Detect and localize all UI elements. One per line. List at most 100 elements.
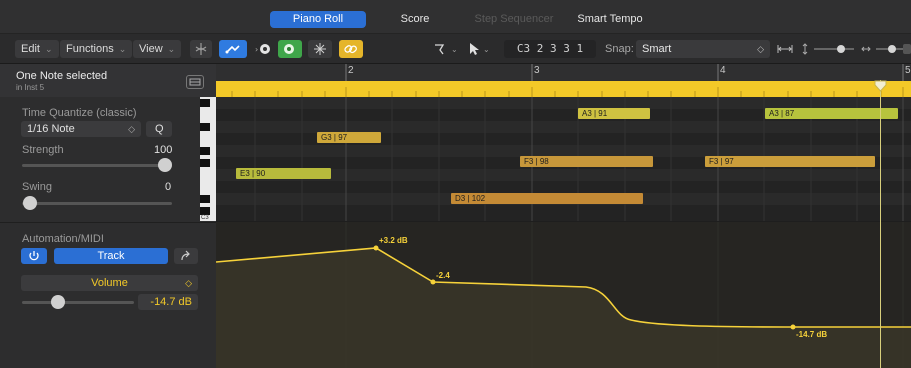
swing-label: Swing	[22, 181, 52, 193]
black-key[interactable]	[200, 147, 210, 155]
playhead-handle-icon[interactable]	[874, 80, 887, 92]
tab-step-sequencer[interactable]: Step Sequencer	[464, 11, 564, 28]
snap-label: Snap:	[605, 43, 634, 55]
functions-menu[interactable]: Functions ⌄	[60, 40, 133, 58]
cycle-ticks	[231, 87, 904, 97]
automation-arrow-button[interactable]	[174, 248, 198, 264]
midi-note[interactable]: G3 | 97	[317, 132, 381, 143]
automation-parameter-value: Volume	[91, 277, 128, 289]
capture-button[interactable]: ›	[253, 40, 275, 58]
selection-title: One Note selected	[16, 70, 108, 82]
piano-roll-grid[interactable]: A3 | 91 A3 | 87 G3 | 97 F3 | 98 F3 | 97 …	[216, 97, 911, 221]
automation-point-label: -14.7 dB	[796, 330, 828, 339]
strength-label: Strength	[22, 144, 64, 156]
automation-title: Automation/MIDI	[22, 233, 104, 245]
black-key[interactable]	[200, 207, 210, 215]
arrow-cursor-icon: ⌄	[470, 43, 490, 55]
tab-score[interactable]: Score	[378, 11, 452, 28]
chevron-down-icon: ⌄	[44, 44, 53, 54]
vertical-zoom-slider[interactable]	[800, 40, 856, 58]
key-label: C3	[201, 215, 209, 221]
collapse-button[interactable]	[190, 40, 212, 58]
stepper-icon: ◇	[128, 124, 135, 134]
midi-note[interactable]: F3 | 97	[705, 156, 875, 167]
pointer-tool-select[interactable]: ⌄	[431, 40, 463, 58]
automation-power-button[interactable]	[21, 248, 47, 264]
snap-select[interactable]: Smart ◇	[636, 40, 770, 58]
chevron-down-icon: ⌄	[118, 44, 127, 54]
functions-menu-label: Functions	[66, 43, 114, 55]
link-button[interactable]	[339, 40, 363, 58]
black-key[interactable]	[200, 99, 210, 107]
swing-value: 0	[165, 181, 172, 193]
swing-slider-track[interactable]	[22, 202, 172, 205]
midi-note[interactable]: A3 | 91	[578, 108, 650, 119]
piano-keyboard[interactable]: C3	[200, 97, 216, 221]
toolbar: Edit ⌄ Functions ⌄ View ⌄ › ⌄ ⌄ C3 2 3 3 1 …	[0, 34, 911, 64]
automation-lane[interactable]: +3.2 dB -2.4 -14.7 dB	[216, 222, 911, 368]
pointer-tool-icon: ⌄	[435, 44, 458, 55]
power-icon	[29, 251, 39, 261]
swing-slider-knob[interactable]	[23, 196, 37, 210]
chevron-down-icon: ⌄	[167, 44, 176, 54]
automation-curve[interactable]	[216, 222, 911, 368]
position-display: C3 2 3 3 1	[504, 40, 596, 58]
black-key[interactable]	[200, 123, 210, 131]
automation-parameter-select[interactable]: Volume ◇	[21, 275, 198, 291]
volume-slider-track[interactable]	[22, 301, 134, 304]
tab-smart-tempo[interactable]: Smart Tempo	[566, 11, 654, 28]
strength-slider-track[interactable]	[22, 164, 172, 167]
track-view-button[interactable]	[186, 75, 204, 89]
snap-value: Smart	[642, 43, 672, 55]
catch-icon	[284, 44, 294, 54]
divider	[0, 222, 216, 223]
fit-width-icon	[777, 45, 793, 53]
quantize-tool-button[interactable]	[308, 40, 332, 58]
svg-text:⌄: ⌄	[483, 45, 490, 54]
secondary-tool-select[interactable]: ⌄	[464, 40, 494, 58]
track-automation-button[interactable]: Track	[54, 248, 168, 264]
horizontal-zoom-slider[interactable]	[860, 40, 911, 58]
strength-slider-knob[interactable]	[158, 158, 172, 172]
midi-note[interactable]: F3 | 98	[520, 156, 653, 167]
stepper-icon: ◇	[185, 278, 192, 288]
view-tab-bar: Piano Roll Score Step Sequencer Smart Te…	[0, 0, 911, 34]
view-menu-label: View	[139, 43, 163, 55]
catch-button[interactable]	[278, 40, 302, 58]
cycle-region[interactable]	[216, 81, 911, 97]
collapse-icon	[195, 43, 207, 55]
panel-icon	[189, 78, 201, 86]
automation-point-label: -2.4	[436, 271, 450, 280]
edit-menu-label: Edit	[21, 43, 40, 55]
tab-piano-roll[interactable]: Piano Roll	[270, 11, 366, 28]
quantize-value: 1/16 Note	[27, 123, 75, 135]
volume-readout[interactable]: -14.7 dB	[138, 294, 198, 310]
svg-text:›: ›	[255, 45, 258, 54]
midi-note[interactable]: E3 | 90	[236, 168, 331, 179]
strength-value: 100	[154, 144, 173, 156]
midi-note[interactable]: D3 | 102	[451, 193, 643, 204]
quantize-title: Time Quantize (classic)	[22, 107, 137, 119]
curved-arrow-icon	[181, 250, 190, 261]
capture-icon: ›	[255, 44, 270, 54]
black-key[interactable]	[200, 159, 210, 167]
volume-slider-knob[interactable]	[51, 295, 65, 309]
horizontal-zoom-icon	[861, 44, 911, 54]
black-key[interactable]	[200, 195, 210, 203]
view-menu[interactable]: View ⌄	[133, 40, 182, 58]
midi-note[interactable]: A3 | 87	[765, 108, 898, 119]
horizontal-zoom-fit-button[interactable]	[774, 40, 796, 58]
midi-in-icon	[225, 45, 240, 54]
playhead[interactable]	[880, 80, 881, 368]
quantize-value-select[interactable]: 1/16 Note ◇	[21, 121, 141, 137]
ruler-ticks	[345, 64, 904, 81]
automation-point-label: +3.2 dB	[379, 236, 408, 245]
edit-menu[interactable]: Edit ⌄	[15, 40, 59, 58]
midi-in-button[interactable]	[219, 40, 247, 58]
stepper-icon: ◇	[757, 44, 764, 54]
svg-text:⌄: ⌄	[451, 45, 458, 54]
quantize-button[interactable]: Q	[146, 121, 172, 137]
inspector-panel: One Note selected in Inst 5 Time Quantiz…	[0, 64, 216, 368]
link-icon	[344, 45, 357, 54]
bar-ruler[interactable]: 2 3 4 5	[216, 64, 911, 97]
